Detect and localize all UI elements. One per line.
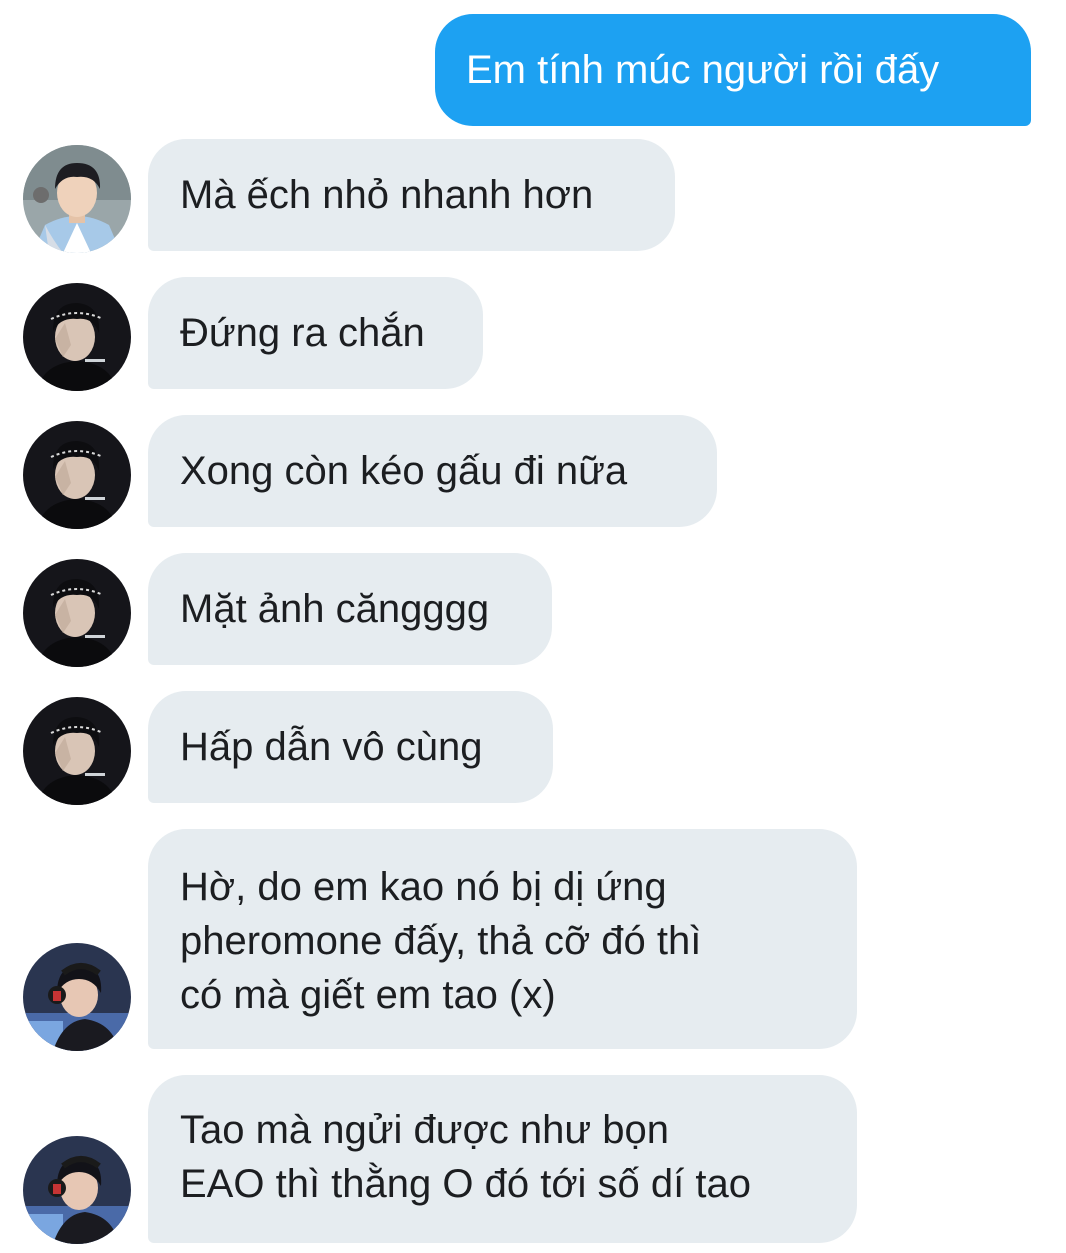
outgoing-message-bubble[interactable]: Em tính múc người rồi đấy	[435, 14, 1031, 126]
message-line: Hờ, do em kao nó bị dị ứng	[180, 865, 667, 909]
message-line: EAO thì thằng O đó tới số dí tao	[180, 1162, 751, 1206]
incoming-message-bubble[interactable]: Hấp dẫn vô cùng	[148, 691, 553, 803]
message-line: pheromone đấy, thả cỡ đó thì	[180, 919, 702, 963]
avatar-hanbok-image	[23, 145, 131, 253]
avatar[interactable]	[23, 559, 131, 667]
avatar-dark-image	[23, 283, 131, 391]
avatar[interactable]	[23, 1136, 131, 1244]
avatar-gamer-image	[23, 943, 131, 1051]
message-line: Tao mà ngửi được như bọn	[180, 1108, 670, 1152]
incoming-message-bubble[interactable]: Tao mà ngửi được như bọn EAO thì thằng O…	[148, 1075, 857, 1243]
incoming-message-bubble[interactable]: Mà ếch nhỏ nhanh hơn	[148, 139, 675, 251]
incoming-message-bubble[interactable]: Đứng ra chắn	[148, 277, 483, 389]
avatar[interactable]	[23, 943, 131, 1051]
incoming-message-bubble[interactable]: Hờ, do em kao nó bị dị ứng pheromone đấy…	[148, 829, 857, 1049]
message-text: Mà ếch nhỏ nhanh hơn	[180, 173, 594, 217]
message-text: Mặt ảnh căngggg	[180, 587, 490, 631]
avatar[interactable]	[23, 421, 131, 529]
message-line: có mà giết em tao (x)	[180, 973, 556, 1017]
avatar-dark-image	[23, 697, 131, 805]
incoming-message-bubble[interactable]: Mặt ảnh căngggg	[148, 553, 552, 665]
avatar-dark-image	[23, 559, 131, 667]
avatar-dark-image	[23, 421, 131, 529]
avatar[interactable]	[23, 145, 131, 253]
message-text: Em tính múc người rồi đấy	[466, 48, 940, 92]
avatar[interactable]	[23, 283, 131, 391]
message-text: Hấp dẫn vô cùng	[180, 725, 483, 769]
avatar[interactable]	[23, 697, 131, 805]
avatar-gamer-image	[23, 1136, 131, 1244]
message-text: Xong còn kéo gấu đi nữa	[180, 449, 628, 493]
conversation-thread: Em tính múc người rồi đấy Mà ếch nhỏ nha…	[0, 0, 1066, 1253]
message-text: Đứng ra chắn	[180, 311, 425, 355]
incoming-message-bubble[interactable]: Xong còn kéo gấu đi nữa	[148, 415, 717, 527]
